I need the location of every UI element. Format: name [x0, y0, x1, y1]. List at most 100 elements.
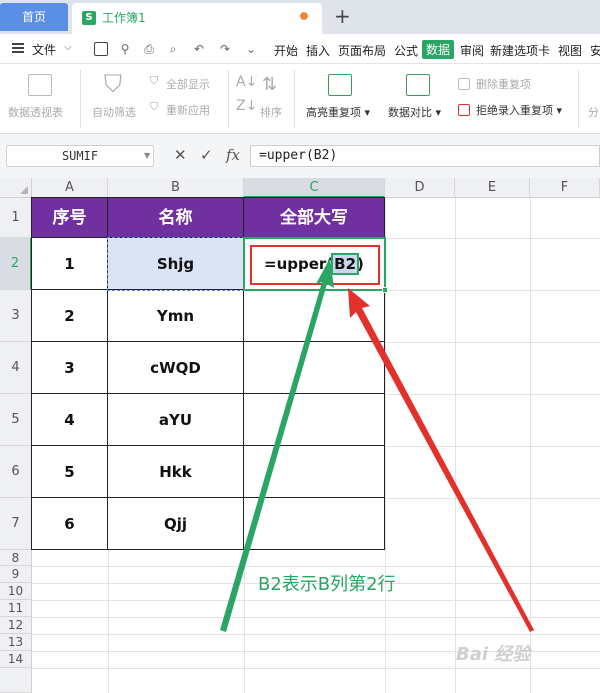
- menu-formula[interactable]: 公式: [394, 42, 418, 59]
- filter-reapply-icon[interactable]: ⛉: [150, 100, 158, 114]
- row-header-15[interactable]: [0, 668, 32, 693]
- insert-function-icon[interactable]: fx: [226, 146, 240, 164]
- row-header-14[interactable]: 14: [0, 651, 32, 668]
- print-preview-icon[interactable]: ⌕: [166, 42, 180, 56]
- menu-security[interactable]: 安: [590, 42, 600, 59]
- pivot-table-button[interactable]: 数据透视表: [8, 104, 63, 120]
- reapply-button[interactable]: 重新应用: [166, 102, 210, 118]
- row-header-13[interactable]: 13: [0, 634, 32, 651]
- confirm-icon[interactable]: ✓: [200, 146, 213, 164]
- name-box-dropdown-icon[interactable]: ▼: [144, 151, 150, 160]
- menu-data[interactable]: 数据: [422, 40, 455, 59]
- reject-duplicates-label: 拒绝录入重复项: [476, 104, 553, 117]
- header-cell-b1[interactable]: 名称: [108, 198, 244, 238]
- sort-desc-icon[interactable]: Z↓: [236, 98, 257, 114]
- row-header-1[interactable]: 1: [0, 198, 32, 238]
- column-header-e[interactable]: E: [455, 178, 530, 198]
- cell-b7[interactable]: Qjj: [108, 498, 244, 550]
- cell-b5[interactable]: aYU: [108, 394, 244, 446]
- cell-c7[interactable]: [244, 498, 385, 550]
- cell-c3[interactable]: [244, 290, 385, 342]
- remove-duplicates-icon[interactable]: [458, 78, 470, 90]
- chevron-down-icon[interactable]: ⌵: [64, 42, 72, 53]
- cell-c5[interactable]: [244, 394, 385, 446]
- data-compare-button[interactable]: 数据对比 ▾: [388, 104, 441, 120]
- menu-insert[interactable]: 插入: [306, 42, 330, 59]
- menu-new-tab[interactable]: 新建选项卡: [490, 42, 550, 59]
- row-header-3[interactable]: 3: [0, 290, 32, 342]
- row-header-2[interactable]: 2: [0, 238, 32, 290]
- cancel-icon[interactable]: ✕: [174, 146, 187, 164]
- column-header-f[interactable]: F: [530, 178, 600, 198]
- fill-handle[interactable]: [382, 287, 388, 293]
- gridline: [32, 600, 600, 601]
- cell-a4[interactable]: 3: [32, 342, 108, 394]
- cell-c4[interactable]: [244, 342, 385, 394]
- cell-a5[interactable]: 4: [32, 394, 108, 446]
- cell-a7[interactable]: 6: [32, 498, 108, 550]
- autofilter-button[interactable]: 自动筛选: [92, 104, 136, 120]
- select-all-corner[interactable]: [0, 178, 32, 198]
- menu-file[interactable]: 文件: [32, 41, 56, 58]
- show-all-button[interactable]: 全部显示: [166, 76, 210, 92]
- filter-show-all-icon[interactable]: ⛉: [150, 74, 158, 88]
- gridline: [385, 394, 600, 395]
- gridline: [32, 668, 600, 669]
- ribbon-toolbar: 数据透视表 ⛉ 自动筛选 ⛉ 全部显示 ⛉ 重新应用 A↓ Z↓ ⇅ 排序 高亮…: [0, 64, 600, 134]
- data-compare-icon[interactable]: [406, 74, 430, 96]
- redo-icon[interactable]: ↷: [218, 42, 232, 56]
- customize-chevron-icon[interactable]: ⌄: [244, 42, 258, 56]
- header-cell-c1[interactable]: 全部大写: [244, 198, 385, 238]
- cell-c2-formula[interactable]: =upper(B2): [264, 253, 364, 275]
- cell-a6[interactable]: 5: [32, 446, 108, 498]
- cell-c6[interactable]: [244, 446, 385, 498]
- column-header-c[interactable]: C: [244, 178, 385, 198]
- tab-home[interactable]: 首页: [0, 3, 68, 31]
- undo-icon[interactable]: ↶: [192, 42, 206, 56]
- gridline: [32, 617, 600, 618]
- row-header-11[interactable]: 11: [0, 600, 32, 617]
- name-box[interactable]: SUMIF: [6, 145, 154, 167]
- row-header-9[interactable]: 9: [0, 566, 32, 583]
- cell-a2[interactable]: 1: [32, 238, 108, 290]
- header-cell-a1[interactable]: 序号: [32, 198, 108, 238]
- row-header-6[interactable]: 6: [0, 446, 32, 498]
- menu-review[interactable]: 审阅: [460, 42, 484, 59]
- column-header-d[interactable]: D: [385, 178, 455, 198]
- column-header-a[interactable]: A: [32, 178, 108, 198]
- reject-duplicates-button[interactable]: 拒绝录入重复项 ▾: [476, 102, 562, 118]
- print-icon[interactable]: ⎙: [142, 42, 156, 56]
- row-header-8[interactable]: 8: [0, 550, 32, 566]
- new-tab-button[interactable]: +: [334, 4, 351, 28]
- cell-b4[interactable]: cWQD: [108, 342, 244, 394]
- row-header-7[interactable]: 7: [0, 498, 32, 550]
- tab-bar: 首页 S 工作簿1 +: [0, 0, 600, 34]
- save-icon[interactable]: [94, 42, 108, 56]
- row-header-10[interactable]: 10: [0, 583, 32, 600]
- menu-page-layout[interactable]: 页面布局: [338, 42, 386, 59]
- reject-duplicates-icon[interactable]: [458, 104, 470, 116]
- cell-b6[interactable]: Hkk: [108, 446, 244, 498]
- split-button[interactable]: 分: [588, 104, 599, 120]
- row-header-4[interactable]: 4: [0, 342, 32, 394]
- format-painter-icon[interactable]: ⚲: [118, 42, 132, 56]
- menu-start[interactable]: 开始: [274, 42, 298, 59]
- menu-view[interactable]: 视图: [558, 42, 582, 59]
- cell-a3[interactable]: 2: [32, 290, 108, 342]
- tab-workbook[interactable]: S 工作簿1: [72, 3, 322, 34]
- highlight-duplicates-button[interactable]: 高亮重复项 ▾: [306, 104, 370, 120]
- sort-button[interactable]: 排序: [260, 104, 282, 120]
- row-header-12[interactable]: 12: [0, 617, 32, 634]
- filter-icon[interactable]: ⛉: [104, 70, 122, 98]
- gridline: [385, 342, 600, 343]
- column-header-b[interactable]: B: [108, 178, 244, 198]
- remove-duplicates-button[interactable]: 删除重复项: [476, 76, 531, 92]
- cell-b3[interactable]: Ymn: [108, 290, 244, 342]
- highlight-duplicates-icon[interactable]: [328, 74, 352, 96]
- formula-input[interactable]: =upper(B2): [250, 145, 600, 167]
- sort-icon[interactable]: ⇅: [262, 74, 277, 95]
- hamburger-icon[interactable]: [12, 43, 24, 53]
- pivot-table-icon[interactable]: [28, 74, 52, 96]
- row-header-5[interactable]: 5: [0, 394, 32, 446]
- sort-asc-icon[interactable]: A↓: [236, 74, 257, 90]
